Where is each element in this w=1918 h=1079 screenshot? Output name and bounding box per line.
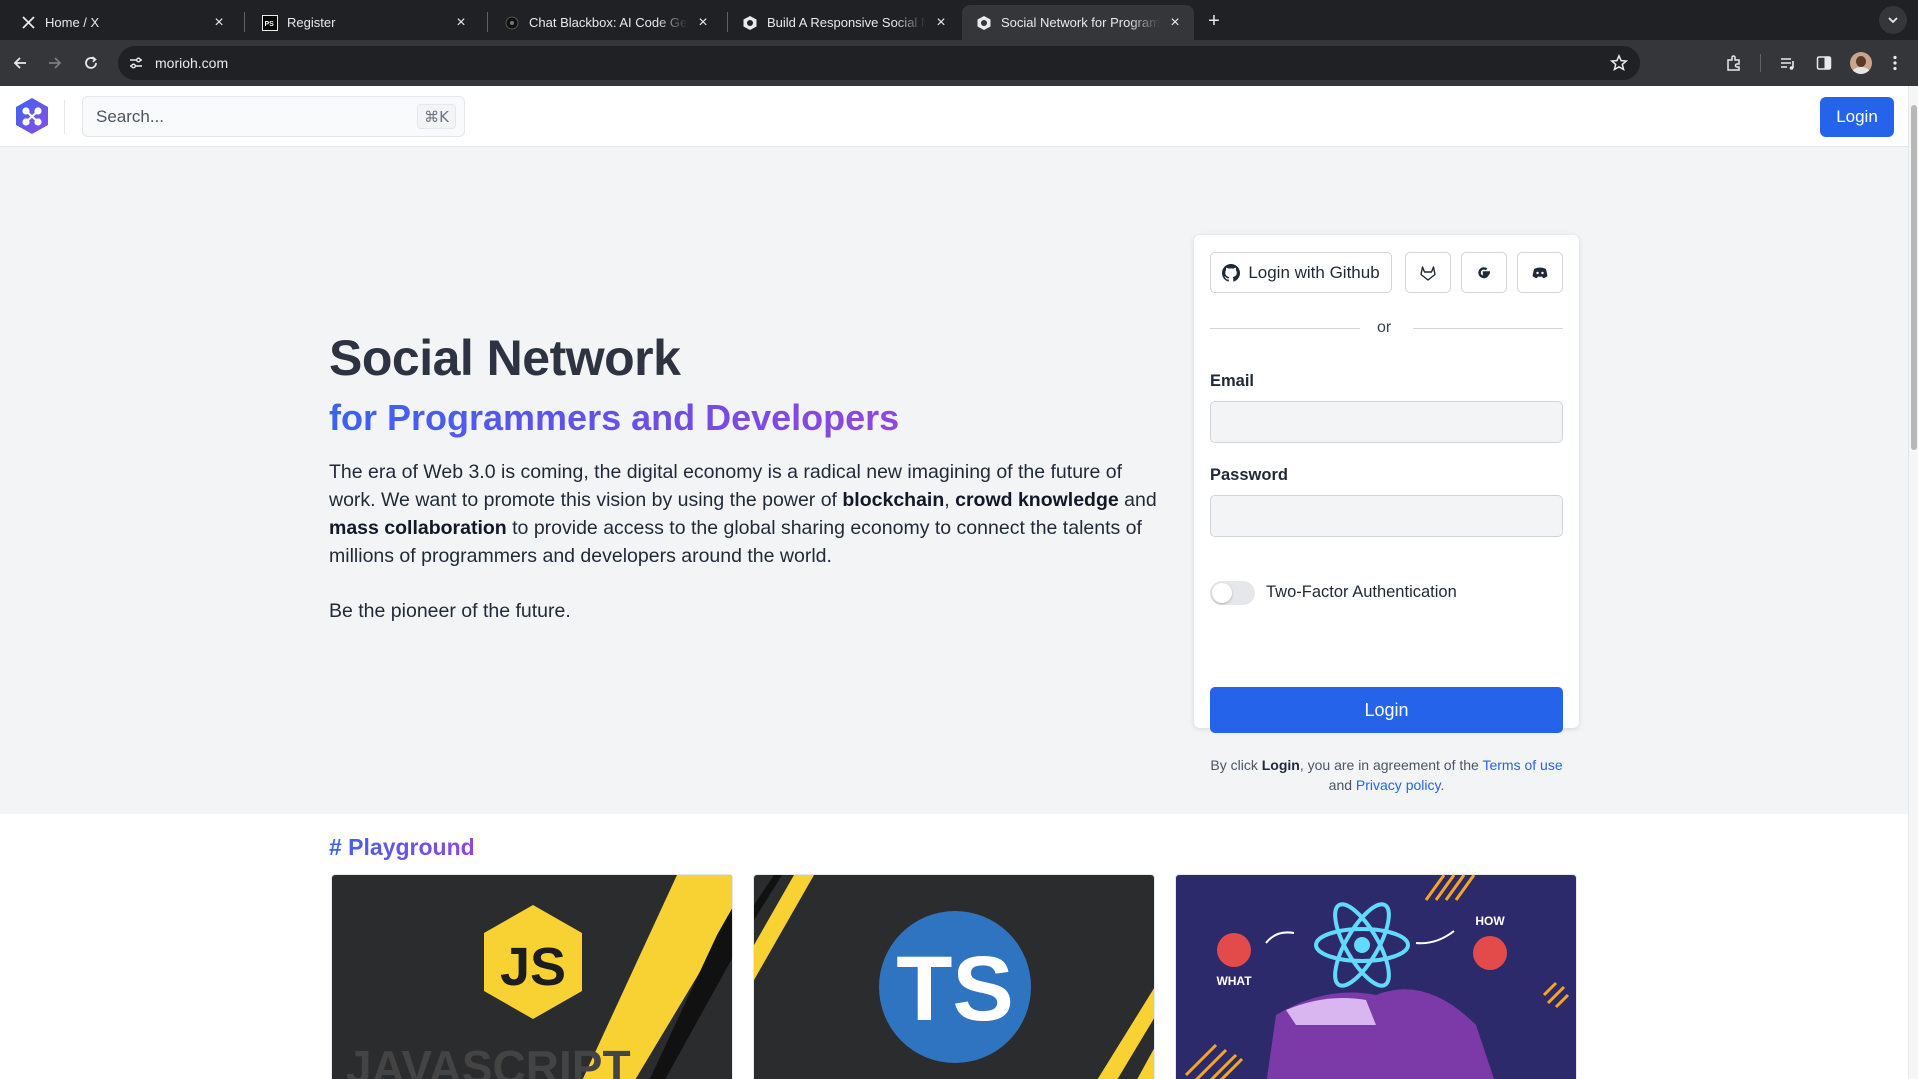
email-field[interactable] (1210, 401, 1563, 443)
close-tab-icon[interactable]: × (932, 14, 950, 32)
gitlab-login-button[interactable] (1405, 252, 1451, 293)
morioh-icon (976, 15, 992, 31)
browser-tab[interactable]: Build A Responsive Social Media × (728, 5, 960, 40)
discord-icon (1532, 267, 1548, 278)
page-scrollbar[interactable] (1908, 86, 1918, 1079)
hero-description: The era of Web 3.0 is coming, the digita… (329, 461, 1157, 567)
ts-badge: TS (896, 938, 1014, 1040)
password-label: Password (1210, 466, 1288, 484)
browser-toolbar: morioh.com (0, 40, 1918, 86)
close-tab-icon[interactable]: × (452, 14, 470, 32)
ps-logo-icon: PS (262, 14, 278, 31)
search-box[interactable]: ⌘K (82, 96, 465, 137)
media-controls-icon[interactable] (1777, 52, 1799, 74)
page-viewport: ⌘K Login Social Network for Programmers … (0, 86, 1908, 1079)
tab-title: Build A Responsive Social Media (767, 15, 926, 30)
hero-subtitle: for Programmers and Developers (329, 397, 900, 438)
github-login-label: Login with Github (1248, 262, 1380, 282)
react-thumbnail: WHAT HOW (1176, 875, 1576, 1079)
tab-title: Social Network for Programmers (1001, 15, 1160, 30)
github-login-button[interactable]: Login with Github (1210, 252, 1392, 293)
tab-title: Chat Blackbox: AI Code Generation (529, 15, 688, 30)
browser-tab-active[interactable]: Social Network for Programmers × (962, 5, 1194, 40)
gitlab-icon (1420, 265, 1436, 281)
typescript-thumbnail: TS (754, 875, 1154, 1079)
how-label: HOW (1475, 914, 1505, 928)
search-shortcut: ⌘K (417, 104, 456, 129)
side-panel-icon[interactable] (1813, 52, 1835, 74)
hero-tagline: Be the pioneer of the future. (329, 600, 571, 622)
google-login-button[interactable] (1461, 252, 1507, 293)
playground-card-typescript[interactable]: TS (753, 874, 1155, 1079)
site-header: ⌘K Login (0, 86, 1908, 147)
two-factor-label: Two-Factor Authentication (1266, 583, 1457, 601)
new-tab-button[interactable]: + (1201, 8, 1227, 34)
login-submit-button[interactable]: Login (1210, 687, 1563, 733)
divider-right (1413, 328, 1563, 329)
password-field[interactable] (1210, 495, 1563, 537)
terms-of-use-link[interactable]: Terms of use (1482, 757, 1562, 773)
back-icon[interactable] (7, 50, 33, 76)
forward-icon[interactable] (42, 50, 68, 76)
browser-tab[interactable]: Home / X × (6, 5, 238, 40)
discord-login-button[interactable] (1517, 252, 1563, 293)
github-icon (1222, 263, 1241, 282)
tab-search-button[interactable] (1879, 6, 1907, 34)
js-badge: JS (500, 937, 566, 997)
site-settings-icon[interactable] (127, 54, 145, 72)
morioh-logo-icon[interactable] (12, 96, 52, 136)
close-tab-icon[interactable]: × (694, 14, 712, 32)
blackbox-icon (504, 15, 520, 31)
playground-card-react[interactable]: WHAT HOW (1175, 874, 1577, 1079)
login-card: Login with Github or Email Password Two-… (1194, 235, 1579, 793)
privacy-policy-link[interactable]: Privacy policy (1356, 777, 1441, 793)
header-divider (64, 100, 65, 134)
divider-left (1210, 328, 1360, 329)
browser-tab-bar: Home / X × PS Register × Chat Blackbox: … (0, 0, 1918, 40)
extensions-icon[interactable] (1723, 52, 1745, 74)
playground-section: # Playground JS JAVASCRIPT TS WHAT HOW (0, 814, 1908, 1079)
javascript-caption: JAVASCRIPT (346, 1041, 631, 1079)
close-tab-icon[interactable]: × (210, 14, 228, 32)
google-icon (1478, 266, 1490, 278)
email-label: Email (1210, 372, 1255, 390)
x-logo-icon (20, 15, 36, 31)
reload-icon[interactable] (78, 50, 104, 76)
close-tab-icon[interactable]: × (1166, 14, 1184, 32)
two-factor-toggle[interactable] (1210, 581, 1255, 605)
browser-tab[interactable]: Chat Blackbox: AI Code Generation × (490, 5, 722, 40)
header-login-button[interactable]: Login (1820, 97, 1894, 137)
what-label: WHAT (1216, 974, 1252, 988)
javascript-thumbnail: JS JAVASCRIPT (332, 875, 732, 1079)
search-input[interactable] (84, 98, 414, 135)
playground-title: # Playground (329, 834, 475, 860)
hero-title: Social Network (329, 330, 681, 386)
tab-title: Register (287, 15, 336, 30)
terms-notice: By click Login, you are in agreement of … (1210, 757, 1563, 793)
address-bar[interactable]: morioh.com (118, 46, 1640, 80)
chevron-down-icon (1888, 17, 1898, 24)
browser-tab[interactable]: PS Register × (248, 5, 480, 40)
profile-avatar[interactable] (1850, 52, 1872, 74)
morioh-icon (742, 15, 758, 31)
svg-text:PS: PS (265, 21, 275, 28)
tab-title: Home / X (45, 15, 100, 30)
bookmark-star-icon[interactable] (1609, 53, 1629, 77)
url-text: morioh.com (155, 55, 229, 71)
more-menu-icon[interactable] (1884, 52, 1906, 74)
playground-card-javascript[interactable]: JS JAVASCRIPT (331, 874, 733, 1079)
divider-or: or (1377, 319, 1392, 336)
